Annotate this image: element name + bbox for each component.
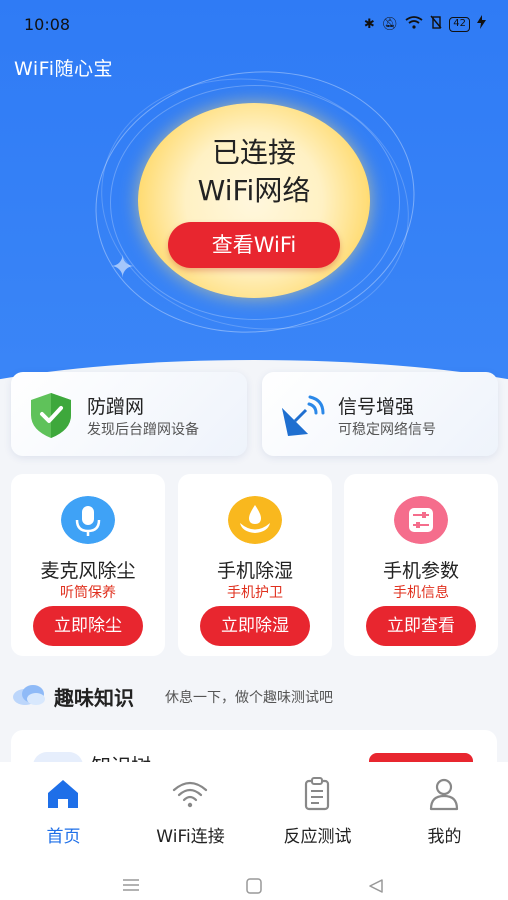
- nav-reaction-test[interactable]: 反应测试: [254, 762, 381, 854]
- system-nav-bar: [0, 854, 508, 900]
- nav-profile[interactable]: 我的: [381, 762, 508, 854]
- tool-card-phone-params: 手机参数 手机信息 立即查看: [344, 474, 498, 656]
- dust-clean-button[interactable]: 立即除尘: [33, 606, 143, 646]
- tool-title: 手机参数: [382, 560, 459, 582]
- nav-label: WiFi连接: [156, 827, 225, 847]
- status-icons: ✱ 🔕︎ 42: [364, 15, 486, 33]
- water-drop-icon: [228, 496, 282, 544]
- shield-icon: [31, 393, 71, 438]
- user-icon: [429, 778, 459, 811]
- cloud-icon: [13, 685, 45, 705]
- connection-network: WiFi网络: [197, 174, 311, 207]
- sliders-icon: [394, 496, 448, 544]
- tool-title: 手机除湿: [216, 560, 293, 582]
- microphone-icon: [61, 496, 115, 544]
- home-icon: [48, 780, 78, 808]
- fun-knowledge-header: 趣味知识 休息一下，做个趣味测试吧: [12, 680, 492, 710]
- feature-subtitle: 发现后台蹭网设备: [87, 422, 199, 438]
- tool-subtitle: 手机信息: [393, 585, 449, 601]
- view-params-button[interactable]: 立即查看: [366, 606, 476, 646]
- status-time: 10:08: [24, 15, 71, 34]
- feature-subtitle: 可稳定网络信号: [338, 422, 436, 438]
- bottom-nav: 首页 WiFi连接 反应测试 我的: [0, 762, 508, 854]
- no-sim-icon: [430, 15, 442, 33]
- mute-icon: 🔕︎: [381, 16, 399, 32]
- satellite-icon: ✦: [110, 250, 136, 285]
- nav-wifi-connect[interactable]: WiFi连接: [127, 762, 254, 854]
- section-subtitle: 休息一下，做个趣味测试吧: [165, 690, 333, 706]
- feature-title: 防蹭网: [87, 396, 145, 418]
- menu-icon[interactable]: [121, 878, 141, 892]
- charging-icon: [477, 15, 486, 33]
- nav-home[interactable]: 首页: [0, 762, 127, 854]
- feature-card-signal-boost[interactable]: 信号增强 可稳定网络信号: [262, 372, 498, 456]
- connection-status-circle: 已连接 WiFi网络: [138, 103, 370, 298]
- tool-title: 麦克风除尘: [40, 560, 136, 582]
- home-square-icon[interactable]: [245, 878, 263, 894]
- section-title: 趣味知识: [54, 686, 134, 710]
- nav-label: 反应测试: [283, 827, 352, 847]
- view-wifi-button[interactable]: 查看WiFi: [168, 222, 340, 268]
- wifi-icon: [172, 781, 208, 808]
- feature-card-anti-leech[interactable]: 防蹭网 发现后台蹭网设备: [11, 372, 247, 456]
- status-bar: 10:08 ✱ 🔕︎ 42: [0, 0, 508, 50]
- wifi-icon: [405, 15, 423, 33]
- app-title: WiFi随心宝: [14, 58, 113, 80]
- nav-label: 首页: [46, 827, 81, 847]
- tool-card-mic-clean: 麦克风除尘 听筒保养 立即除尘: [11, 474, 165, 656]
- bluetooth-icon: ✱: [363, 16, 375, 32]
- satellite-dish-icon: [282, 395, 325, 436]
- back-icon[interactable]: [367, 878, 385, 894]
- dehumidify-button[interactable]: 立即除湿: [200, 606, 310, 646]
- nav-label: 我的: [427, 827, 462, 847]
- battery-icon: 42: [449, 16, 470, 32]
- feature-title: 信号增强: [338, 396, 415, 418]
- connection-status: 已连接: [211, 136, 296, 169]
- tool-card-dehumidify: 手机除湿 手机护卫 立即除湿: [178, 474, 332, 656]
- tool-subtitle: 手机护卫: [227, 585, 283, 601]
- clipboard-icon: [304, 777, 330, 811]
- tool-subtitle: 听筒保养: [60, 585, 116, 601]
